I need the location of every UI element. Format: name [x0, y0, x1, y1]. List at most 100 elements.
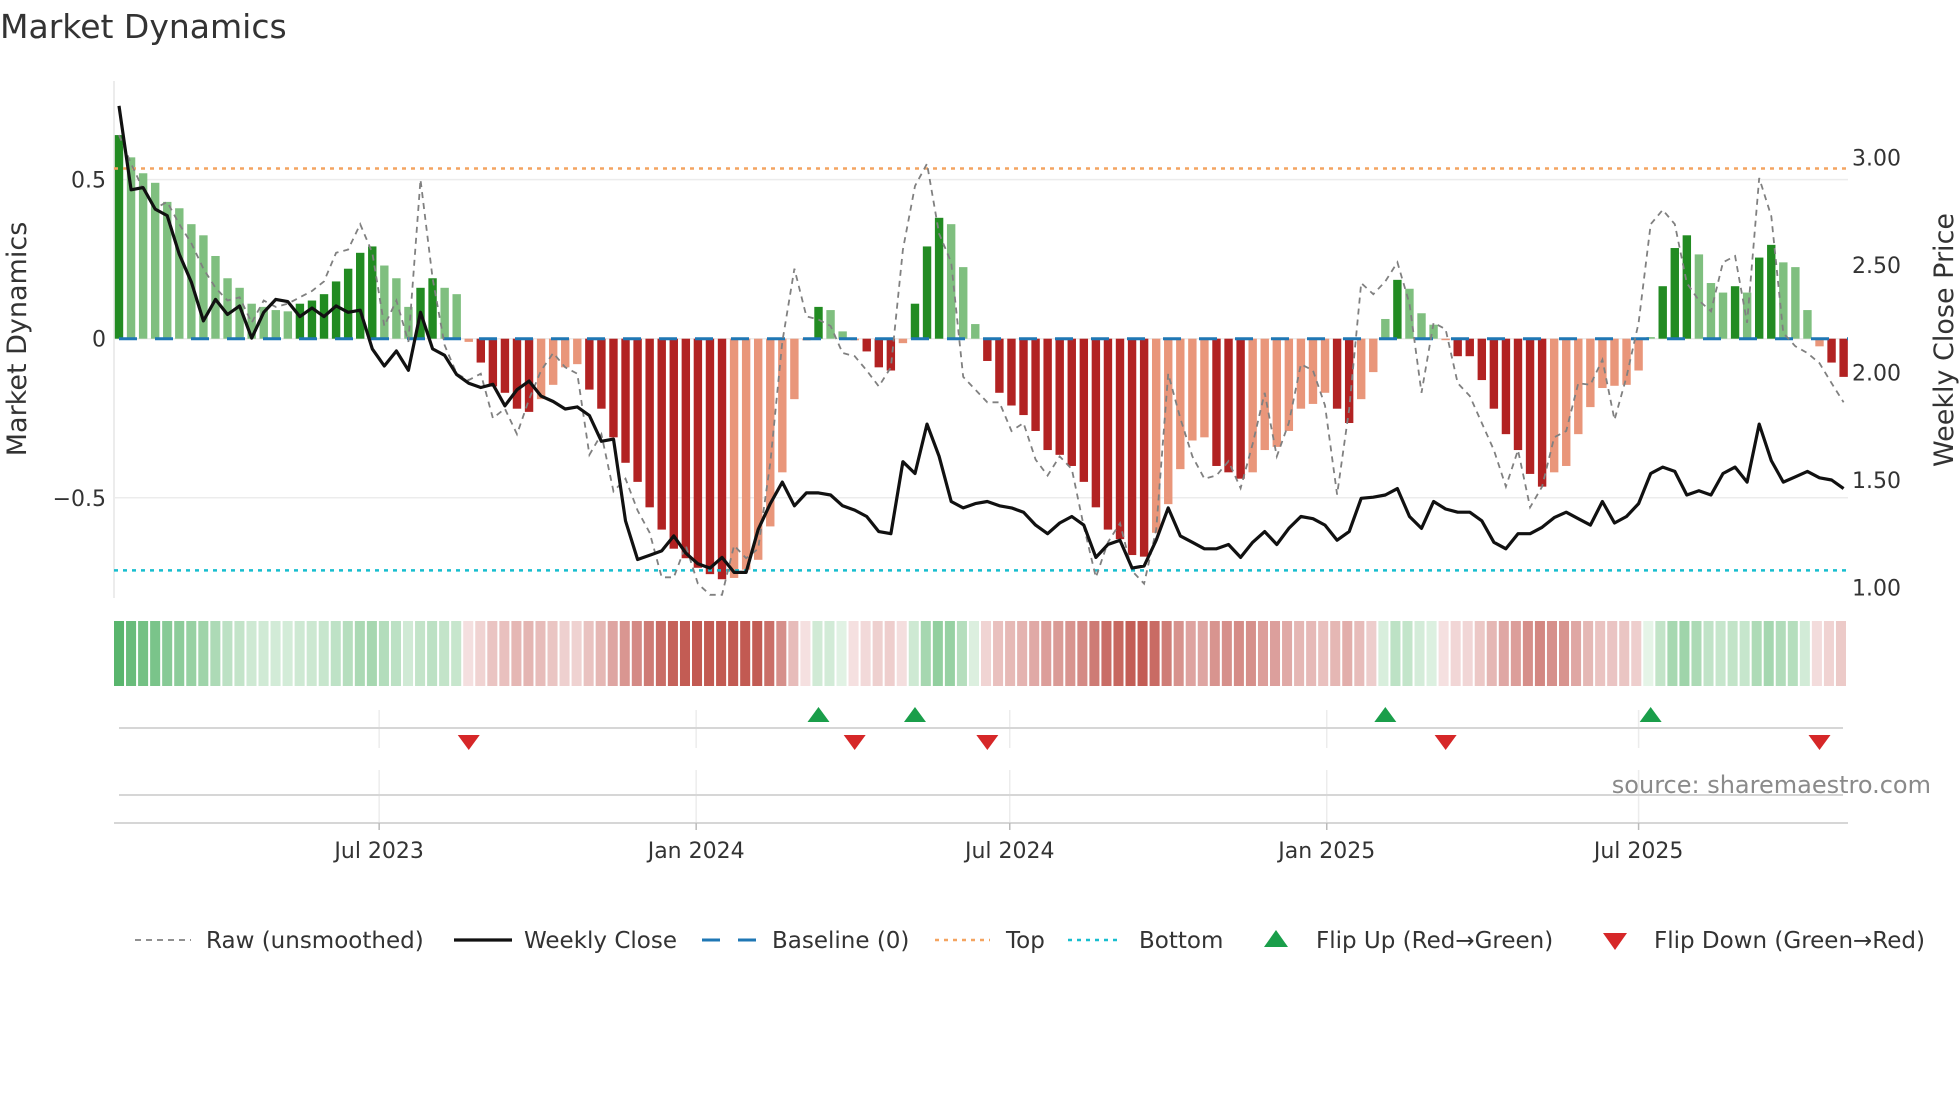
heatmap-cell: [1715, 621, 1726, 686]
momentum-bar: [440, 287, 449, 339]
momentum-bar: [862, 338, 871, 352]
heatmap-cell: [1017, 621, 1028, 686]
momentum-bar: [1139, 338, 1149, 557]
momentum-bar: [1562, 338, 1571, 466]
heatmap-cell: [1486, 621, 1497, 686]
heatmap-cell: [342, 621, 353, 686]
flip-down-marker: [976, 735, 999, 750]
momentum-bar: [1188, 338, 1197, 441]
heatmap-cell: [944, 621, 955, 686]
heatmap-cell: [607, 621, 618, 686]
flip-down-marker: [457, 735, 480, 750]
flip-down-marker: [843, 735, 866, 750]
momentum-bar: [500, 338, 510, 393]
momentum-bar: [1501, 338, 1511, 435]
heatmap-cell: [390, 621, 401, 686]
momentum-bar: [114, 135, 124, 339]
momentum-bar: [1115, 338, 1125, 540]
momentum-bar: [464, 338, 473, 342]
heatmap-cell: [1029, 621, 1040, 686]
heatmap-cell: [306, 621, 317, 686]
momentum-bar: [356, 252, 365, 339]
momentum-bar: [790, 338, 799, 400]
heatmap-cell: [1763, 621, 1774, 686]
heatmap-cell: [692, 621, 703, 686]
momentum-bar: [1525, 338, 1535, 474]
heatmap-cell: [1065, 621, 1076, 686]
legend-item-baseline: Baseline (0): [702, 928, 909, 954]
heatmap-cell: [415, 621, 426, 686]
heatmap-cell: [1294, 621, 1305, 686]
momentum-bar: [1103, 338, 1113, 530]
momentum-bar: [1055, 338, 1064, 455]
heatmap-cell: [752, 621, 763, 686]
momentum-bar: [1284, 338, 1294, 431]
legend-label: Flip Down (Green→Red): [1654, 928, 1925, 954]
heatmap-cell: [1378, 621, 1389, 686]
heatmap-cell: [366, 621, 377, 686]
momentum-bar: [1477, 338, 1487, 381]
legend-label: Top: [1005, 928, 1045, 954]
heatmap-cell: [403, 621, 414, 686]
heatmap-cell: [354, 621, 365, 686]
heatmap-cell: [282, 621, 293, 686]
heatmap-cell: [932, 621, 943, 686]
momentum-bar: [1742, 292, 1752, 339]
x-tick-label: Jul 2025: [1592, 839, 1684, 864]
right-tick-label: 3.00: [1852, 147, 1901, 172]
heatmap-cell: [1787, 621, 1798, 686]
heatmap-cell: [162, 621, 173, 686]
heatmap-cell: [1354, 621, 1365, 686]
heatmap-cell: [1775, 621, 1786, 686]
heatmap-cell: [138, 621, 149, 686]
heatmap-cell: [1137, 621, 1148, 686]
heatmap-cell: [848, 621, 859, 686]
flip-up-marker: [807, 707, 830, 722]
heatmap-cell: [896, 621, 907, 686]
left-axis-ticks: 0.5 0 −0.5: [53, 169, 106, 512]
heatmap-cell: [1306, 621, 1317, 686]
momentum-bar: [1465, 338, 1474, 357]
momentum-bar: [585, 338, 594, 390]
heatmap-cell: [198, 621, 209, 686]
left-axis-title: Market Dynamics: [2, 222, 33, 457]
source-label: source: sharemaestro.com: [1612, 771, 1931, 799]
momentum-bar: [1200, 338, 1209, 438]
momentum-bar: [1767, 244, 1776, 339]
momentum-bar: [452, 294, 461, 339]
heatmap-cell: [1835, 621, 1846, 686]
heatmap-cell: [1703, 621, 1714, 686]
heatmap-cell: [1474, 621, 1485, 686]
heatmap-cell: [1751, 621, 1762, 686]
heatmap-cell: [1450, 621, 1461, 686]
heatmap-cell: [150, 621, 161, 686]
momentum-bar: [573, 338, 582, 365]
heatmap-cell: [788, 621, 799, 686]
heatmap-cell: [1221, 621, 1232, 686]
heatmap-cell: [968, 621, 979, 686]
heatmap-cell: [860, 621, 871, 686]
momentum-bar: [778, 338, 787, 473]
momentum-bar: [886, 338, 896, 371]
momentum-bar: [1320, 338, 1330, 393]
momentum-bar: [1127, 338, 1137, 556]
heatmap-cell: [378, 621, 389, 686]
heatmap-cell: [1390, 621, 1401, 686]
legend: Raw (unsmoothed) Weekly Close Baseline (0)…: [135, 928, 1925, 954]
momentum-bar: [1441, 338, 1450, 341]
heatmap-cell: [1402, 621, 1413, 686]
heatmap-cell: [186, 621, 197, 686]
heatmap-cell: [547, 621, 558, 686]
momentum-bar: [669, 338, 678, 549]
heatmap-cell: [1583, 621, 1594, 686]
momentum-bar: [1272, 338, 1281, 447]
heatmap-cell: [679, 621, 690, 686]
heatmap-cell: [1510, 621, 1521, 686]
heatmap-cell: [956, 621, 967, 686]
momentum-bar: [1296, 338, 1306, 409]
legend-label: Flip Up (Red→Green): [1316, 928, 1553, 954]
heatmap-cell: [1233, 621, 1244, 686]
momentum-bar: [1803, 310, 1812, 339]
heatmap-cell: [330, 621, 341, 686]
heatmap-cell: [210, 621, 221, 686]
